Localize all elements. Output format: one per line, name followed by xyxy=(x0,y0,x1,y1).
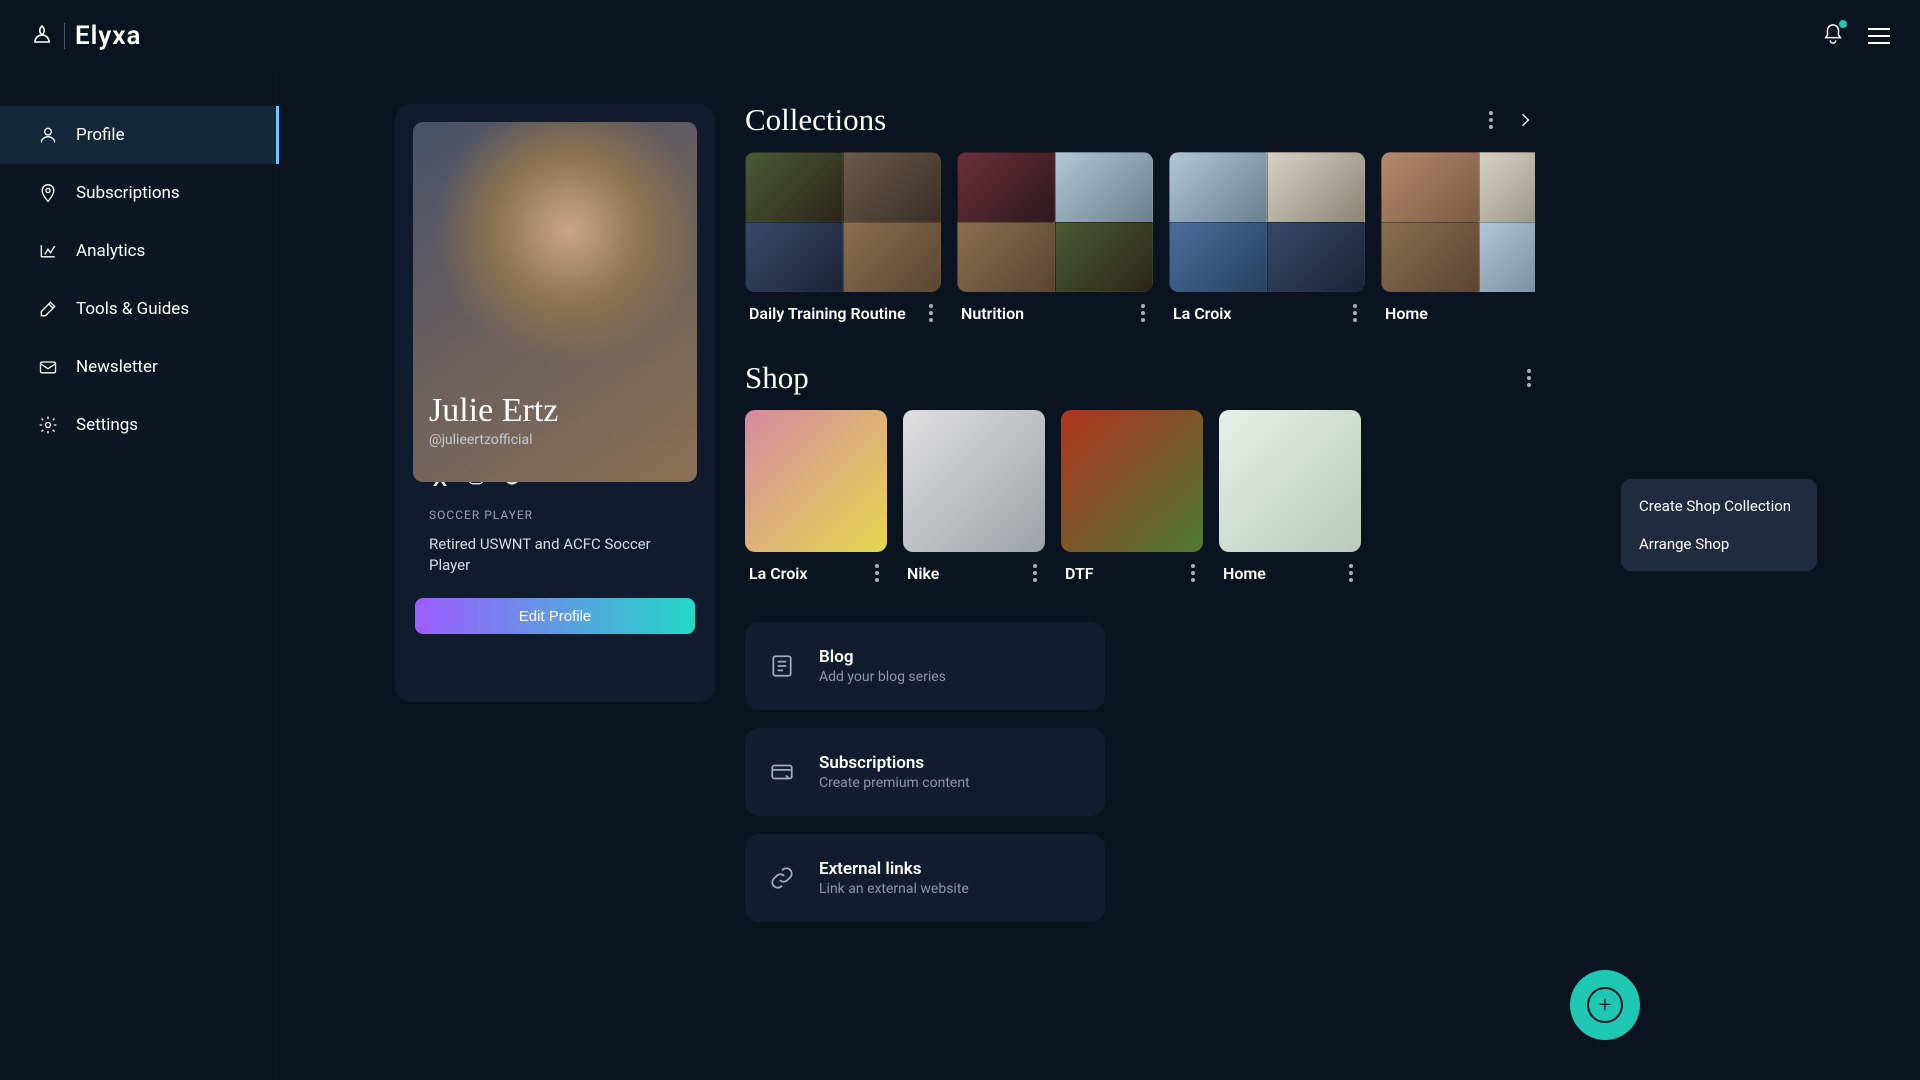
collection-thumb xyxy=(957,152,1153,292)
add-card-title: Subscriptions xyxy=(819,753,970,773)
collection-menu-button[interactable] xyxy=(1137,300,1149,326)
link-icon xyxy=(767,863,797,893)
add-card-sub: Link an external website xyxy=(819,881,969,897)
user-icon xyxy=(38,125,58,145)
sidebar-item-subscriptions[interactable]: Subscriptions xyxy=(0,164,279,222)
wallet-icon xyxy=(767,757,797,787)
collection-card[interactable]: Daily Training Routine xyxy=(745,152,941,326)
chevron-right-icon[interactable] xyxy=(1515,110,1535,130)
fab-add-button[interactable]: + xyxy=(1570,970,1640,1040)
collection-label: La Croix xyxy=(1173,304,1232,323)
collections-title: Collections xyxy=(745,102,886,138)
chart-icon xyxy=(38,241,58,261)
collection-thumb xyxy=(1169,152,1365,292)
shop-thumb xyxy=(903,410,1045,552)
sidebar-item-label: Settings xyxy=(76,415,138,435)
shop-title: Shop xyxy=(745,360,809,396)
profile-name: Julie Ertz xyxy=(429,392,681,430)
add-card-title: External links xyxy=(819,859,969,879)
sidebar-item-label: Profile xyxy=(76,125,125,145)
shop-label: DTF xyxy=(1065,564,1094,583)
sidebar-item-label: Newsletter xyxy=(76,357,158,377)
notification-dot xyxy=(1839,20,1847,28)
brand-mark-icon xyxy=(30,24,54,48)
add-blog-card[interactable]: Blog Add your blog series xyxy=(745,622,1105,710)
collection-thumb xyxy=(745,152,941,292)
shop-card[interactable]: La Croix xyxy=(745,410,887,586)
sidebar-item-newsletter[interactable]: Newsletter xyxy=(0,338,279,396)
collections-menu-button[interactable] xyxy=(1485,107,1497,133)
shop-label: Nike xyxy=(907,564,939,583)
shop-card[interactable]: Home xyxy=(1219,410,1361,586)
profile-bio: Retired USWNT and ACFC Soccer Player xyxy=(429,534,681,576)
sidebar-item-settings[interactable]: Settings xyxy=(0,396,279,454)
add-card-title: Blog xyxy=(819,647,946,667)
edit-icon xyxy=(38,299,58,319)
add-card-sub: Add your blog series xyxy=(819,669,946,685)
collection-label: Nutrition xyxy=(961,304,1024,323)
profile-handle: @julieertzofficial xyxy=(429,432,681,448)
collection-card[interactable]: Nutrition xyxy=(957,152,1153,326)
blog-icon xyxy=(767,651,797,681)
sidebar-item-tools[interactable]: Tools & Guides xyxy=(0,280,279,338)
collection-label: Daily Training Routine xyxy=(749,304,906,323)
collection-menu-button[interactable] xyxy=(925,300,937,326)
add-card-sub: Create premium content xyxy=(819,775,970,791)
collection-label: Home xyxy=(1385,304,1428,323)
notifications-button[interactable] xyxy=(1822,23,1844,49)
gear-icon xyxy=(38,415,58,435)
profile-role: SOCCER PLAYER xyxy=(429,508,697,522)
add-links-card[interactable]: External links Link an external website xyxy=(745,834,1105,922)
brand-name: Elyxa xyxy=(75,21,141,51)
shop-card[interactable]: Nike xyxy=(903,410,1045,586)
sidebar-item-label: Tools & Guides xyxy=(76,299,189,319)
mail-icon xyxy=(38,357,58,377)
sidebar: Profile Subscriptions Analytics Tools & … xyxy=(0,72,279,1080)
shop-dropdown: Create Shop Collection Arrange Shop xyxy=(1621,479,1817,571)
shop-thumb xyxy=(1219,410,1361,552)
plus-icon: + xyxy=(1599,993,1611,1018)
shop-item-menu-button[interactable] xyxy=(871,560,883,586)
shop-thumb xyxy=(1061,410,1203,552)
brand-logo[interactable]: Elyxa xyxy=(30,21,141,51)
shop-menu-button[interactable] xyxy=(1523,365,1535,391)
collection-menu-button[interactable] xyxy=(1349,300,1361,326)
sidebar-item-label: Subscriptions xyxy=(76,183,180,203)
logo-divider xyxy=(64,23,65,49)
dropdown-arrange-shop[interactable]: Arrange Shop xyxy=(1621,525,1817,563)
add-subscriptions-card[interactable]: Subscriptions Create premium content xyxy=(745,728,1105,816)
shop-item-menu-button[interactable] xyxy=(1187,560,1199,586)
dropdown-create-collection[interactable]: Create Shop Collection xyxy=(1621,487,1817,525)
collection-card[interactable]: Home xyxy=(1381,152,1535,326)
menu-button[interactable] xyxy=(1868,28,1890,44)
profile-card: Julie Ertz @julieertzofficial SOCCER PLA… xyxy=(395,104,715,702)
shop-label: Home xyxy=(1223,564,1266,583)
shop-card[interactable]: DTF xyxy=(1061,410,1203,586)
shop-item-menu-button[interactable] xyxy=(1345,560,1357,586)
sidebar-item-label: Analytics xyxy=(76,241,145,261)
collection-card[interactable]: La Croix xyxy=(1169,152,1365,326)
shop-item-menu-button[interactable] xyxy=(1029,560,1041,586)
edit-profile-button[interactable]: Edit Profile xyxy=(415,598,695,634)
collection-thumb xyxy=(1381,152,1535,292)
sidebar-item-analytics[interactable]: Analytics xyxy=(0,222,279,280)
pin-icon xyxy=(38,183,58,203)
shop-label: La Croix xyxy=(749,564,808,583)
sidebar-item-profile[interactable]: Profile xyxy=(0,106,279,164)
shop-thumb xyxy=(745,410,887,552)
